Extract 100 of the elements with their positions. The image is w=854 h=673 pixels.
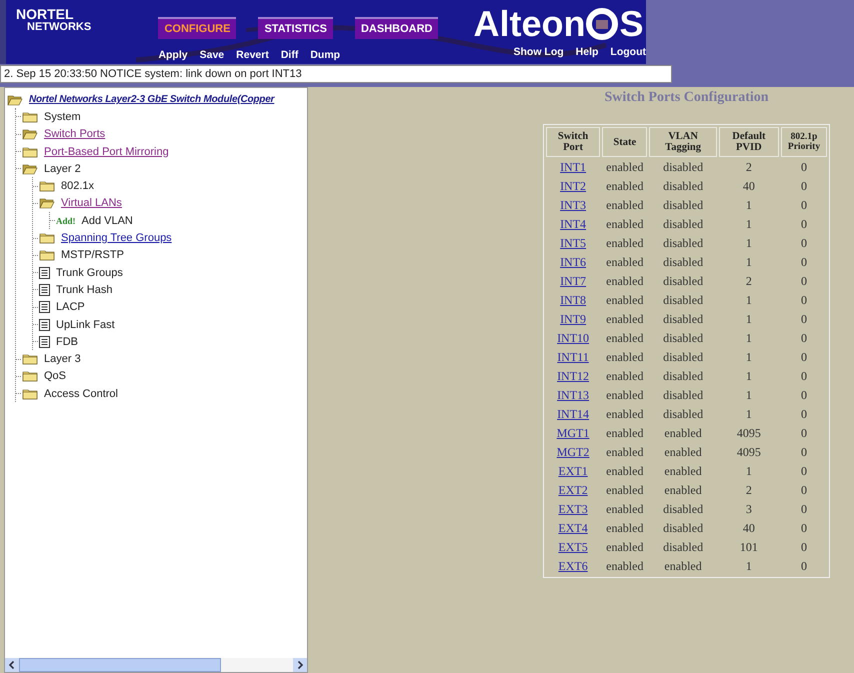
table-cell-text: 1 bbox=[744, 463, 753, 480]
table-cell-text: enabled bbox=[605, 330, 644, 347]
port-link[interactable]: INT11 bbox=[546, 349, 600, 366]
tree-link[interactable]: Switch Ports bbox=[44, 128, 106, 140]
port-link[interactable]: INT8 bbox=[546, 292, 600, 309]
action-link[interactable]: Save bbox=[200, 49, 224, 61]
table-cell-text: enabled bbox=[605, 254, 644, 271]
table-cell-text: 0 bbox=[800, 444, 808, 461]
port-link[interactable]: EXT3 bbox=[546, 501, 600, 518]
table-cell-text: disabled bbox=[662, 539, 704, 556]
nav-tab[interactable]: STATISTICS bbox=[258, 17, 333, 39]
port-link[interactable]: INT3 bbox=[546, 197, 600, 214]
table-cell-text: 0 bbox=[800, 539, 808, 556]
horizontal-scrollbar[interactable] bbox=[5, 658, 307, 672]
tree-item[interactable]: FDB bbox=[56, 336, 78, 348]
table-cell-text: 4095 bbox=[736, 444, 762, 461]
table-cell-text: 1 bbox=[744, 387, 753, 404]
ring-icon bbox=[585, 7, 620, 41]
port-link[interactable]: INT2 bbox=[546, 178, 600, 195]
tree-link[interactable]: Port-Based Port Mirroring bbox=[44, 146, 169, 158]
tree-item[interactable]: QoS bbox=[44, 370, 66, 382]
table-cell-text: 1 bbox=[744, 406, 753, 423]
logo-text: NORTEL bbox=[16, 8, 75, 21]
nav-tab[interactable]: DASHBOARD bbox=[354, 17, 438, 39]
table-cell-text: enabled bbox=[605, 159, 644, 176]
port-link[interactable]: INT9 bbox=[546, 311, 600, 328]
table-cell-text: disabled bbox=[662, 311, 704, 328]
document-icon bbox=[39, 284, 50, 296]
action-link[interactable]: Dump bbox=[310, 49, 340, 61]
action-link[interactable]: Apply bbox=[158, 49, 188, 61]
tree-item[interactable]: Add VLAN bbox=[82, 214, 133, 227]
port-link[interactable]: INT12 bbox=[546, 368, 600, 385]
port-link[interactable]: INT1 bbox=[546, 159, 600, 176]
port-link[interactable]: MGT1 bbox=[546, 425, 600, 442]
table-cell-text: disabled bbox=[662, 197, 704, 214]
tree-item[interactable]: Layer 2 bbox=[44, 162, 81, 175]
table-cell-text: enabled bbox=[605, 520, 644, 537]
column-header: 802.1p Priority bbox=[781, 127, 827, 157]
column-header: VLAN Tagging bbox=[649, 127, 717, 157]
tree-item[interactable]: Trunk Groups bbox=[56, 266, 123, 279]
header-link[interactable]: Help bbox=[576, 46, 598, 58]
port-link[interactable]: INT13 bbox=[546, 387, 600, 404]
port-link[interactable]: EXT2 bbox=[546, 482, 600, 499]
table-cell-text: enabled bbox=[605, 368, 644, 385]
table-cell-text: 0 bbox=[800, 178, 808, 195]
tree-item[interactable]: System bbox=[44, 110, 81, 123]
table-cell-text: enabled bbox=[605, 444, 644, 461]
scroll-left-icon[interactable] bbox=[5, 658, 19, 672]
table-cell-text: 0 bbox=[800, 235, 808, 252]
tree-item[interactable]: Layer 3 bbox=[44, 353, 81, 366]
table-cell-text: enabled bbox=[605, 311, 644, 328]
scroll-right-icon[interactable] bbox=[293, 658, 307, 672]
port-link[interactable]: INT7 bbox=[546, 273, 600, 290]
port-link[interactable]: EXT6 bbox=[546, 558, 600, 575]
port-link[interactable]: MGT2 bbox=[546, 444, 600, 461]
port-link[interactable]: EXT5 bbox=[546, 539, 600, 556]
tree-root-link[interactable]: Nortel Networks Layer2-3 GbE Switch Module(Copper bbox=[29, 94, 274, 106]
tree-item[interactable]: MSTP/RSTP bbox=[61, 249, 124, 262]
header-link[interactable]: Show Log bbox=[513, 46, 564, 58]
table-cell-text: 0 bbox=[800, 520, 808, 537]
table-cell-text: 3 bbox=[744, 501, 753, 518]
table-cell-text: 2 bbox=[744, 482, 753, 499]
table-cell-text: 0 bbox=[800, 311, 808, 328]
document-icon bbox=[39, 336, 50, 348]
tree-item[interactable]: Trunk Hash bbox=[56, 284, 112, 296]
table-cell-text: enabled bbox=[605, 463, 644, 480]
table-cell-text: 0 bbox=[800, 387, 808, 404]
action-link[interactable]: Revert bbox=[236, 49, 269, 61]
header-link[interactable]: Logout bbox=[610, 46, 646, 58]
tree-item[interactable]: LACP bbox=[56, 301, 85, 314]
table-cell-text: enabled bbox=[663, 558, 703, 575]
table-cell-text: disabled bbox=[662, 520, 704, 537]
table-cell-text: 0 bbox=[800, 558, 808, 575]
document-icon bbox=[39, 318, 50, 330]
table-cell-text: disabled bbox=[662, 216, 704, 233]
column-header: Switch Port bbox=[546, 127, 600, 157]
port-link[interactable]: INT4 bbox=[546, 216, 600, 233]
tree-link[interactable]: Spanning Tree Groups bbox=[61, 232, 172, 244]
action-link[interactable]: Diff bbox=[280, 49, 298, 61]
page-title: Switch Ports Configuration bbox=[604, 90, 769, 106]
table-cell-text: 0 bbox=[800, 349, 808, 366]
table-cell-text: 40 bbox=[742, 178, 756, 195]
brand-text: S bbox=[619, 6, 644, 42]
port-link[interactable]: INT6 bbox=[546, 254, 600, 271]
port-link[interactable]: INT10 bbox=[546, 330, 600, 347]
table-cell-text: 1 bbox=[744, 216, 753, 233]
table-cell-text: 2 bbox=[744, 273, 753, 290]
table-cell-text: disabled bbox=[662, 330, 704, 347]
tree-item[interactable]: Access Control bbox=[44, 388, 118, 400]
nav-tab[interactable]: CONFIGURE bbox=[158, 17, 236, 39]
table-cell-text: disabled bbox=[662, 349, 704, 366]
port-link[interactable]: INT5 bbox=[546, 235, 600, 252]
port-link[interactable]: EXT1 bbox=[546, 463, 600, 480]
tree-item[interactable]: 802.1x bbox=[61, 180, 94, 192]
port-link[interactable]: EXT4 bbox=[546, 520, 600, 537]
tree-item[interactable]: UpLink Fast bbox=[56, 318, 115, 330]
tree-link[interactable]: Virtual LANs bbox=[61, 197, 122, 210]
table-cell-text: 1 bbox=[744, 349, 753, 366]
port-link[interactable]: INT14 bbox=[546, 406, 600, 423]
table-cell-text: enabled bbox=[663, 425, 703, 442]
